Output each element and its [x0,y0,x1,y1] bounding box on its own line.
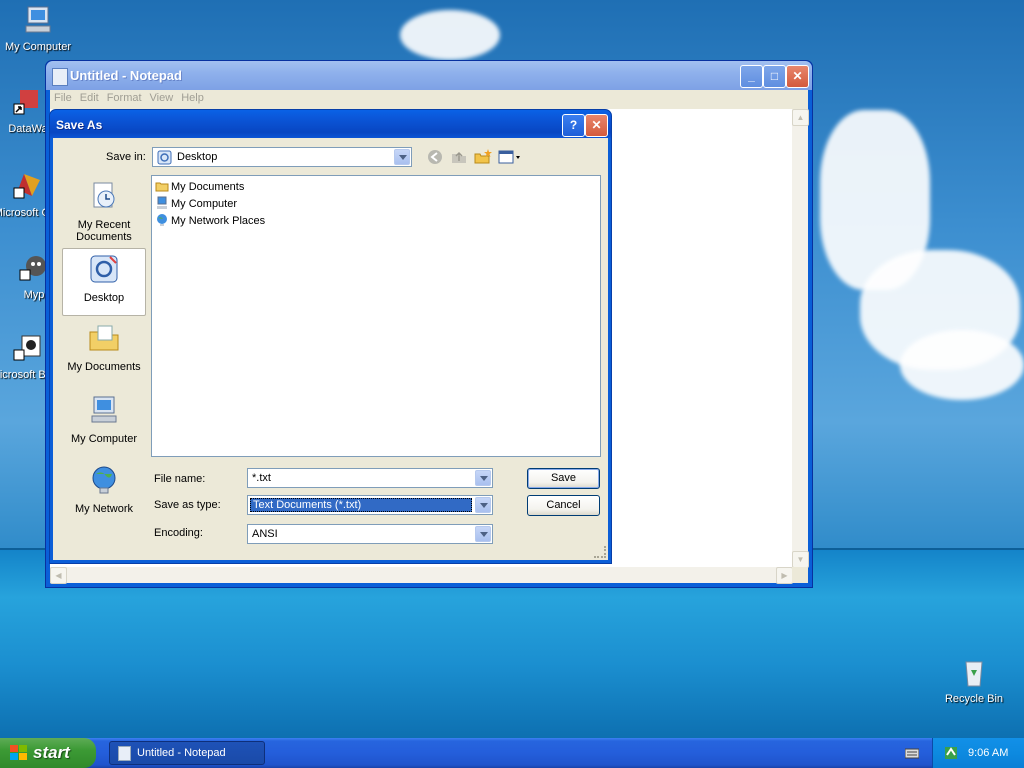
scroll-right-button[interactable]: ▶ [776,567,793,584]
desktop-icon-label: My Computer [4,41,72,53]
taskbar-item-notepad[interactable]: Untitled - Notepad [109,741,265,765]
close-button[interactable]: ✕ [786,65,809,88]
chevron-down-icon[interactable] [475,470,491,486]
menu-view[interactable]: View [146,90,178,104]
encoding-value: ANSI [252,528,278,540]
notepad-title-bar[interactable]: Untitled - Notepad _ □ ✕ [46,61,812,90]
save-in-value: Desktop [177,151,218,163]
save-as-dialog: Save As ? ✕ Save in: Desktop My Recent D… [49,109,612,564]
view-menu-icon[interactable] [498,148,522,166]
place-my-documents[interactable]: My Documents [62,322,146,390]
place-label: Desktop [83,292,125,304]
save-in-dropdown[interactable]: Desktop [152,147,412,167]
desktop-icon [157,150,172,165]
folder-icon [155,182,169,192]
taskbar-item-label: Untitled - Notepad [137,747,226,759]
recent-documents-icon [93,182,115,208]
dialog-title-bar[interactable]: Save As ? ✕ [50,110,611,138]
file-name-field[interactable]: *.txt [247,468,493,488]
place-my-network[interactable]: My Network [62,464,146,532]
notepad-icon [118,746,131,761]
notepad-icon [52,68,68,86]
scroll-down-button[interactable]: ▼ [792,551,809,568]
desktop-icon-recycle-bin[interactable]: Recycle Bin [936,656,1012,705]
computer-icon [25,6,51,33]
vertical-scrollbar[interactable]: ▲ ▼ [792,109,809,568]
my-documents-icon [89,325,119,351]
clock: 9:06 AM [968,747,1009,759]
scroll-left-button[interactable]: ◀ [50,567,67,584]
keyboard-icon[interactable] [905,747,919,759]
dialog-close-button[interactable]: ✕ [585,114,608,137]
network-icon [157,214,167,226]
file-name-label: File name: [154,473,206,485]
scroll-up-button[interactable]: ▲ [792,109,809,126]
new-folder-icon[interactable] [474,148,492,166]
save-in-label: Save in: [106,151,146,163]
notepad-menubar: File Edit Format View Help [50,90,808,109]
computer-icon [157,196,167,209]
file-name: My Computer [171,198,238,210]
encoding-dropdown[interactable]: ANSI [247,524,493,544]
menu-edit[interactable]: Edit [76,90,103,104]
resize-grip[interactable] [792,567,808,583]
place-my-recent-documents[interactable]: My Recent Documents [62,180,146,248]
file-name: My Network Places [171,215,266,227]
menu-format[interactable]: Format [103,90,146,104]
chevron-down-icon[interactable] [475,526,491,542]
place-label: My Documents [67,361,141,373]
save-button[interactable]: Save [527,468,600,489]
desktop-icon-label: Recycle Bin [944,693,1004,705]
list-item[interactable]: My Network Places [155,213,265,227]
place-label: My Recent Documents [76,219,132,243]
help-button[interactable]: ? [562,114,585,137]
chevron-down-icon[interactable] [394,149,410,165]
file-name-value: *.txt [252,472,271,484]
places-bar: My Recent Documents Desktop My Documents… [62,176,146,540]
app-shortcut-icon [13,335,41,361]
network-icon [92,466,116,494]
resize-grip[interactable] [594,546,606,558]
start-label: start [33,743,70,762]
place-desktop[interactable]: Desktop [62,248,146,316]
minimize-button[interactable]: _ [740,65,763,88]
windows-logo-icon [10,745,27,760]
save-as-type-label: Save as type: [154,499,221,511]
desktop-icon [90,255,118,283]
file-name: My Documents [171,181,245,193]
back-icon[interactable] [426,148,444,166]
dialog-title: Save As [56,118,103,132]
desktop-icon-my-computer[interactable]: My Computer [0,4,76,53]
notepad-title: Untitled - Notepad [70,68,182,83]
recycle-bin-icon [965,661,983,687]
network-tray-icon[interactable] [943,745,959,761]
place-label: My Network [74,503,134,515]
cancel-button[interactable]: Cancel [527,495,600,516]
save-as-type-dropdown[interactable]: Text Documents (*.txt) [247,495,493,515]
start-button[interactable]: start [0,738,96,768]
dialog-body: Save in: Desktop My Recent Documents Des… [53,138,608,560]
up-folder-icon[interactable] [450,148,468,166]
menu-file[interactable]: File [50,90,76,104]
encoding-label: Encoding: [154,527,203,539]
save-as-type-value: Text Documents (*.txt) [250,498,472,512]
place-label: My Computer [70,433,138,445]
menu-help[interactable]: Help [177,90,208,104]
horizontal-scrollbar[interactable]: ◀ ▶ [50,567,793,584]
chevron-down-icon[interactable] [475,497,491,513]
taskbar: start Untitled - Notepad 9:06 AM [0,738,1024,768]
app-shortcut-icon [13,90,38,115]
file-list[interactable]: My Documents My Computer My Network Plac… [151,175,601,457]
place-my-computer[interactable]: My Computer [62,394,146,462]
list-item[interactable]: My Computer [155,196,237,210]
list-item[interactable]: My Documents [155,179,244,193]
maximize-button[interactable]: □ [763,65,786,88]
app-shortcut-icon [13,174,40,199]
computer-icon [91,396,117,423]
